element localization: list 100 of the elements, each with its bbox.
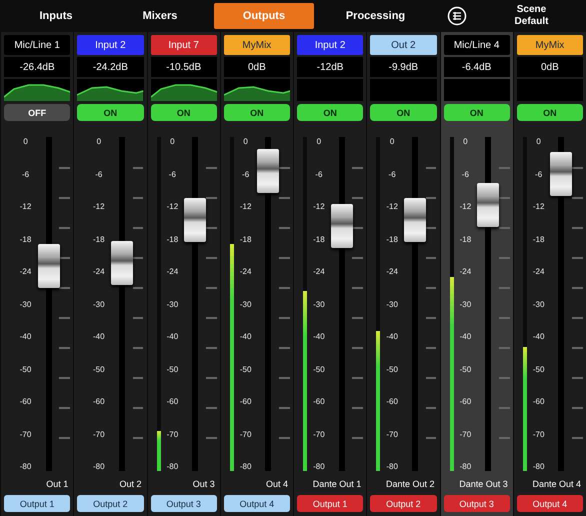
scale-label: -12 (386, 202, 398, 211)
scale-label: -70 (166, 430, 178, 438)
menu-icon[interactable] (447, 6, 467, 26)
source-label[interactable]: Input 2 (297, 35, 364, 55)
scale-label: -80 (93, 462, 105, 471)
source-label[interactable]: MyMix (516, 35, 583, 55)
scale-label: -18 (166, 234, 178, 244)
source-label[interactable]: Mic/Line 1 (4, 35, 70, 55)
scale-label: -24 (532, 267, 544, 276)
output-button[interactable]: Output 4 (224, 495, 290, 512)
scale-label: -30 (93, 300, 105, 308)
output-button[interactable]: Output 4 (516, 495, 583, 512)
fader-handle[interactable] (404, 198, 426, 242)
output-name: Dante Out 4 (531, 479, 582, 491)
scale-label: -6 (315, 170, 322, 178)
channel-strip[interactable]: Input 2 -12dB ON 0 -6 -12 -18 -24 -30 -40 -50 -60 -70 -80 Dante Out 1 Output 1 (293, 32, 366, 516)
on-off-button[interactable]: ON (224, 104, 290, 121)
channel-strip[interactable]: Input 2 -24.2dB ON 0 -6 -12 -18 -24 -30 -40 -50 -60 -70 -80 Out 2 Output 2 (73, 32, 146, 516)
scale-label: -18 (93, 234, 105, 244)
scale-label: -18 (20, 234, 32, 244)
gain-value: 0dB (224, 57, 290, 77)
scale-label: -60 (240, 397, 252, 406)
scale-label: -30 (240, 300, 252, 308)
fader-handle[interactable] (257, 148, 280, 193)
scale-label: -6 (168, 170, 176, 178)
gain-value: -12dB (297, 57, 364, 77)
output-button[interactable]: Output 3 (444, 495, 510, 512)
output-button[interactable]: Output 1 (4, 495, 70, 512)
scale-label: -40 (240, 332, 252, 341)
channel-strip[interactable]: Mic/Line 4 -6.4dB ON 0 -6 -12 -18 -24 -30 -40 -50 -60 -70 -80 Dante Out 3 Output 3 (440, 32, 513, 516)
on-off-button[interactable]: ON (150, 104, 217, 121)
scale-label: -12 (460, 202, 472, 211)
scale-label: -12 (93, 202, 105, 211)
scale-label: -12 (240, 202, 252, 211)
tab[interactable]: Processing (318, 3, 433, 29)
scale-label: -30 (532, 300, 544, 308)
output-name: Dante Out 1 (312, 479, 362, 491)
scale-label: -70 (460, 430, 472, 438)
source-label[interactable]: MyMix (224, 35, 290, 55)
on-off-button[interactable]: ON (370, 104, 436, 121)
source-label[interactable]: Out 2 (370, 35, 436, 55)
on-off-button[interactable]: ON (444, 104, 510, 121)
scale-label: -60 (93, 397, 105, 406)
fader-handle[interactable] (330, 204, 353, 248)
source-label[interactable]: Input 2 (77, 35, 144, 55)
scale-label: -50 (532, 364, 544, 374)
scale-label: -12 (20, 202, 32, 211)
scale-label: -40 (166, 332, 178, 341)
scale-label: -70 (240, 430, 252, 438)
channel-strip[interactable]: MyMix 0dB ON 0 -6 -12 -18 -24 -30 -40 -50 -60 -70 -80 Out 4 Output 4 (220, 32, 293, 516)
tab[interactable]: Inputs (6, 3, 106, 29)
scale-label: -30 (386, 300, 398, 308)
scale-label: 0 (536, 137, 541, 146)
scale-label: -40 (532, 332, 544, 341)
on-off-button[interactable]: ON (297, 104, 364, 121)
output-name: Out 2 (118, 479, 142, 491)
output-button[interactable]: Output 2 (77, 495, 144, 512)
scale-label: -6 (95, 170, 102, 178)
scale-label: -40 (20, 332, 32, 341)
channel-strip[interactable]: Mic/Line 1 -26.4dB OFF 0 -6 -12 -18 -24 -30 -40 -50 -60 -70 -80 Out 1 Output 1 (0, 32, 74, 516)
scale-label: -80 (532, 462, 544, 471)
on-off-button[interactable]: OFF (4, 104, 70, 121)
fader-handle[interactable] (110, 241, 133, 286)
scale-label: -12 (532, 202, 544, 211)
fader-handle[interactable] (477, 183, 500, 228)
source-label[interactable]: Mic/Line 4 (444, 35, 510, 55)
source-label[interactable]: Input 7 (150, 35, 217, 55)
scale-label: -50 (166, 364, 178, 374)
channel-strip[interactable]: Input 7 -10.5dB ON 0 -6 -12 -18 -24 -30 -40 -50 -60 -70 -80 Out 3 Output 3 (146, 32, 220, 516)
fader-handle[interactable] (38, 244, 60, 288)
scale-label: -70 (532, 430, 544, 438)
output-button[interactable]: Output 2 (370, 495, 436, 512)
scale-label: -18 (386, 234, 398, 244)
scale-label: -30 (20, 300, 32, 308)
scale-label: -30 (313, 300, 325, 308)
output-name: Out 3 (192, 479, 216, 491)
scale-label: -18 (240, 234, 252, 244)
fader-handle[interactable] (550, 152, 572, 196)
scale-label: 0 (96, 137, 102, 146)
scale-label: -80 (20, 462, 32, 471)
scale-label: -50 (93, 364, 105, 374)
scale-label: -18 (313, 234, 325, 244)
on-off-button[interactable]: ON (77, 104, 144, 121)
on-off-button[interactable]: ON (516, 104, 583, 121)
output-button[interactable]: Output 1 (297, 495, 364, 512)
tab[interactable]: Mixers (110, 3, 210, 29)
scale-label: -60 (460, 397, 472, 406)
scale-label: 0 (390, 137, 394, 146)
scale-label: -18 (460, 234, 472, 244)
scale-label: -40 (313, 332, 325, 341)
scale-label: -6 (242, 170, 250, 178)
scale-label: -6 (388, 170, 396, 178)
output-button[interactable]: Output 3 (150, 495, 217, 512)
scale-label: 0 (243, 137, 248, 146)
channel-strip[interactable]: Out 2 -9.9dB ON 0 -6 -12 -18 -24 -30 -40 -50 -60 -70 -80 Dante Out 2 Output 2 (366, 32, 440, 516)
scale-label: -50 (386, 364, 398, 374)
scale-label: -80 (240, 462, 252, 471)
scale-label: -50 (20, 364, 32, 374)
fader-handle[interactable] (184, 198, 206, 242)
channel-strip[interactable]: MyMix 0dB ON 0 -6 -12 -18 -24 -30 -40 -50 -60 -70 -80 Dante Out 4 Output 4 (512, 32, 586, 516)
